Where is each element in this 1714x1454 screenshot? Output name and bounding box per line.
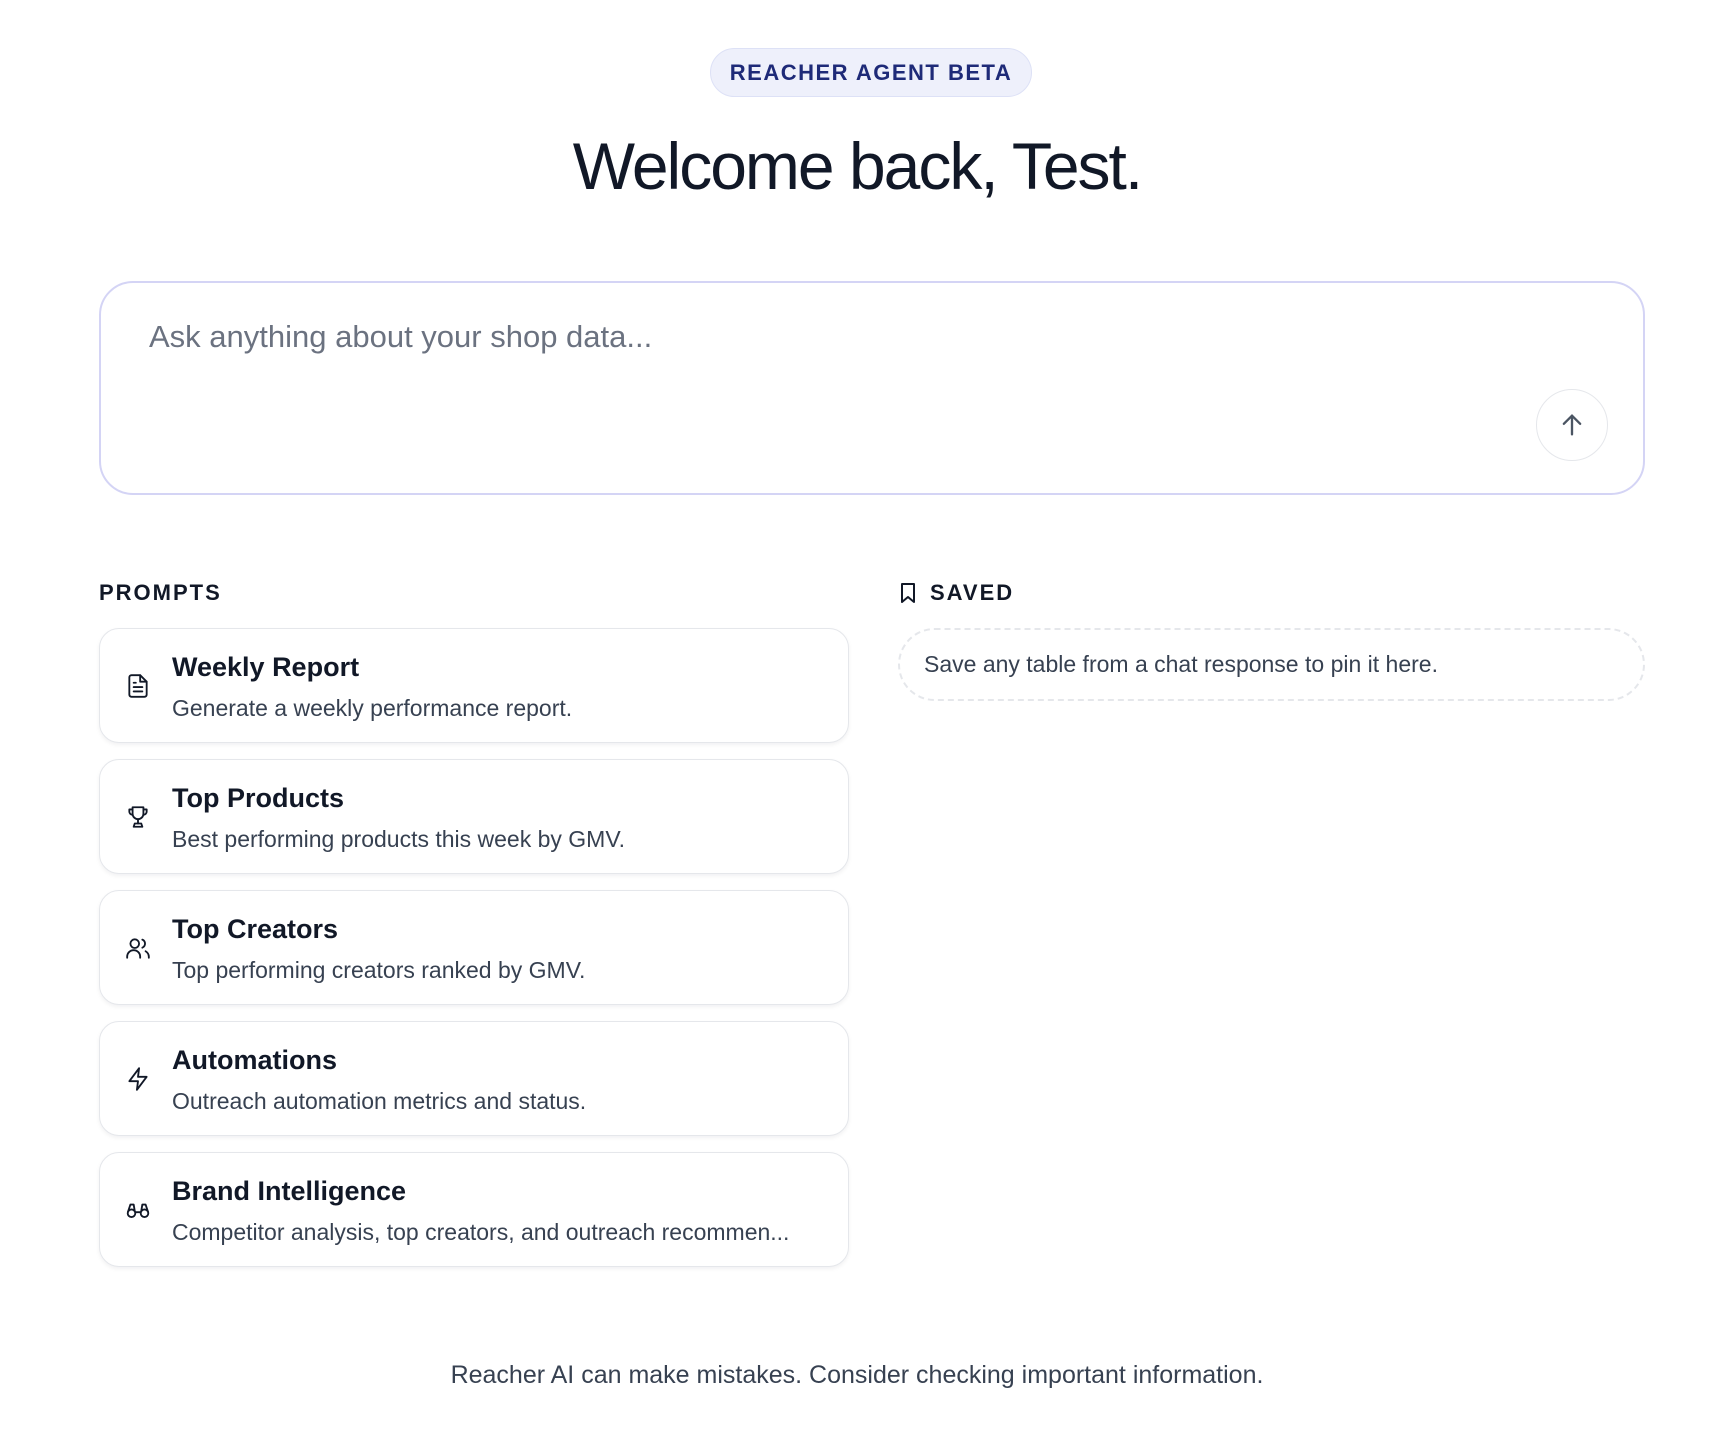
prompt-card-automations[interactable]: Automations Outreach automation metrics …: [99, 1021, 849, 1136]
saved-empty-text: Save any table from a chat response to p…: [924, 651, 1438, 677]
prompt-card-brand-intelligence[interactable]: Brand Intelligence Competitor analysis, …: [99, 1152, 849, 1267]
trophy-icon: [124, 803, 152, 831]
prompt-title: Top Creators: [172, 914, 339, 944]
prompt-title: Top Products: [172, 783, 344, 813]
saved-empty-state: Save any table from a chat response to p…: [898, 628, 1645, 701]
chat-input[interactable]: [149, 319, 1449, 355]
lightning-icon: [124, 1065, 152, 1093]
prompt-card-weekly-report[interactable]: Weekly Report Generate a weekly performa…: [99, 628, 849, 743]
bookmark-icon: [898, 581, 918, 605]
saved-heading: SAVED: [930, 580, 1015, 605]
prompt-title: Brand Intelligence: [172, 1176, 407, 1206]
prompts-heading: PROMPTS: [99, 580, 222, 605]
prompt-description: Outreach automation metrics and status.: [172, 1088, 587, 1114]
prompt-card-top-creators[interactable]: Top Creators Top performing creators ran…: [99, 890, 849, 1005]
prompt-description: Generate a weekly performance report.: [172, 695, 573, 721]
prompt-description: Competitor analysis, top creators, and o…: [172, 1219, 790, 1245]
agent-home-page: REACHER AGENT BETA Welcome back, Test. P…: [0, 0, 1714, 1454]
prompt-description: Best performing products this week by GM…: [172, 826, 625, 852]
prompt-description: Top performing creators ranked by GMV.: [172, 957, 586, 983]
binoculars-icon: [124, 1196, 152, 1224]
prompt-title: Weekly Report: [172, 652, 360, 682]
welcome-title: Welcome back, Test.: [572, 129, 1143, 203]
disclaimer-text: Reacher AI can make mistakes. Consider c…: [450, 1361, 1264, 1389]
users-icon: [124, 934, 152, 962]
chat-composer: [99, 281, 1645, 495]
prompt-title: Automations: [172, 1045, 337, 1075]
arrow-up-icon: [1562, 414, 1582, 436]
send-button[interactable]: [1536, 389, 1608, 461]
beta-badge: REACHER AGENT BETA: [710, 48, 1032, 97]
document-icon: [124, 672, 152, 700]
prompt-card-top-products[interactable]: Top Products Best performing products th…: [99, 759, 849, 874]
saved-heading-row: SAVED: [898, 577, 1014, 609]
